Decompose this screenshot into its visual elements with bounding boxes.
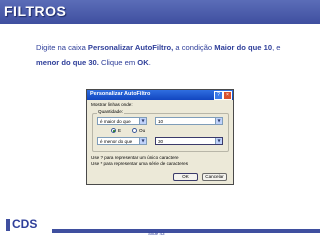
slide-number: Slide 43	[148, 231, 165, 236]
autofilter-dialog: Personalizar AutoFiltro ? × Mostrar linh…	[86, 89, 234, 185]
instruction-bold-3: menor do que 30.	[36, 58, 99, 67]
instruction-bold-2: Maior do que 10	[214, 43, 273, 52]
dialog-title-bar[interactable]: Personalizar AutoFiltro ? ×	[87, 90, 233, 100]
chevron-down-icon[interactable]: ▼	[215, 138, 222, 144]
and-radio[interactable]	[111, 128, 116, 133]
chevron-down-icon[interactable]: ▼	[139, 118, 146, 124]
help-icon[interactable]: ?	[214, 91, 223, 100]
logo-mark	[6, 219, 10, 231]
instruction-bold-1: Personalizar AutoFiltro,	[87, 43, 174, 52]
chevron-down-icon[interactable]: ▼	[215, 118, 222, 124]
condition1-operator-select[interactable]: é maior do que ▼	[97, 117, 147, 125]
slide-title-bar: FILTROS	[0, 0, 320, 24]
cancel-button[interactable]: Cancelar	[202, 173, 227, 181]
ok-button[interactable]: OK	[173, 173, 198, 181]
cds-logo: CDS	[6, 217, 50, 237]
hint-multi-char: Use * para representar uma série de cara…	[91, 161, 189, 166]
condition2-value-field[interactable]: 30 ▼	[155, 137, 223, 145]
instruction-text: Digite na caixa Personalizar AutoFiltro,…	[36, 40, 306, 70]
chevron-down-icon[interactable]: ▼	[139, 138, 146, 144]
instruction-part-3: , e	[272, 43, 281, 52]
slide-title: FILTROS	[4, 3, 67, 19]
condition2-operator-select[interactable]: é menor do que ▼	[97, 137, 147, 145]
hint-single-char: Use ? para representar um único caracter…	[91, 155, 179, 160]
condition1-operator-value: é maior do que	[100, 118, 131, 124]
close-icon[interactable]: ×	[223, 91, 232, 100]
instruction-part-5: .	[148, 58, 151, 67]
instruction-part-2: a condição	[173, 43, 215, 52]
condition1-value: 10	[158, 118, 164, 124]
show-rows-label: Mostrar linhas onde:	[91, 102, 133, 107]
condition1-value-field[interactable]: 10 ▼	[155, 117, 223, 125]
dialog-title: Personalizar AutoFiltro	[90, 91, 151, 97]
logo-text: CDS	[12, 217, 38, 231]
or-radio[interactable]	[132, 128, 137, 133]
or-radio-label: Ou	[139, 128, 146, 133]
footer-bar	[52, 229, 320, 233]
condition2-operator-value: é menor do que	[100, 138, 133, 144]
condition2-value: 30	[158, 138, 164, 144]
and-radio-label: E	[118, 128, 122, 133]
instruction-part-1: Digite na caixa	[36, 43, 88, 52]
group-label: Quantidade:	[97, 109, 125, 114]
instruction-bold-4: OK	[137, 58, 149, 67]
instruction-part-4: Clique em	[98, 58, 138, 67]
